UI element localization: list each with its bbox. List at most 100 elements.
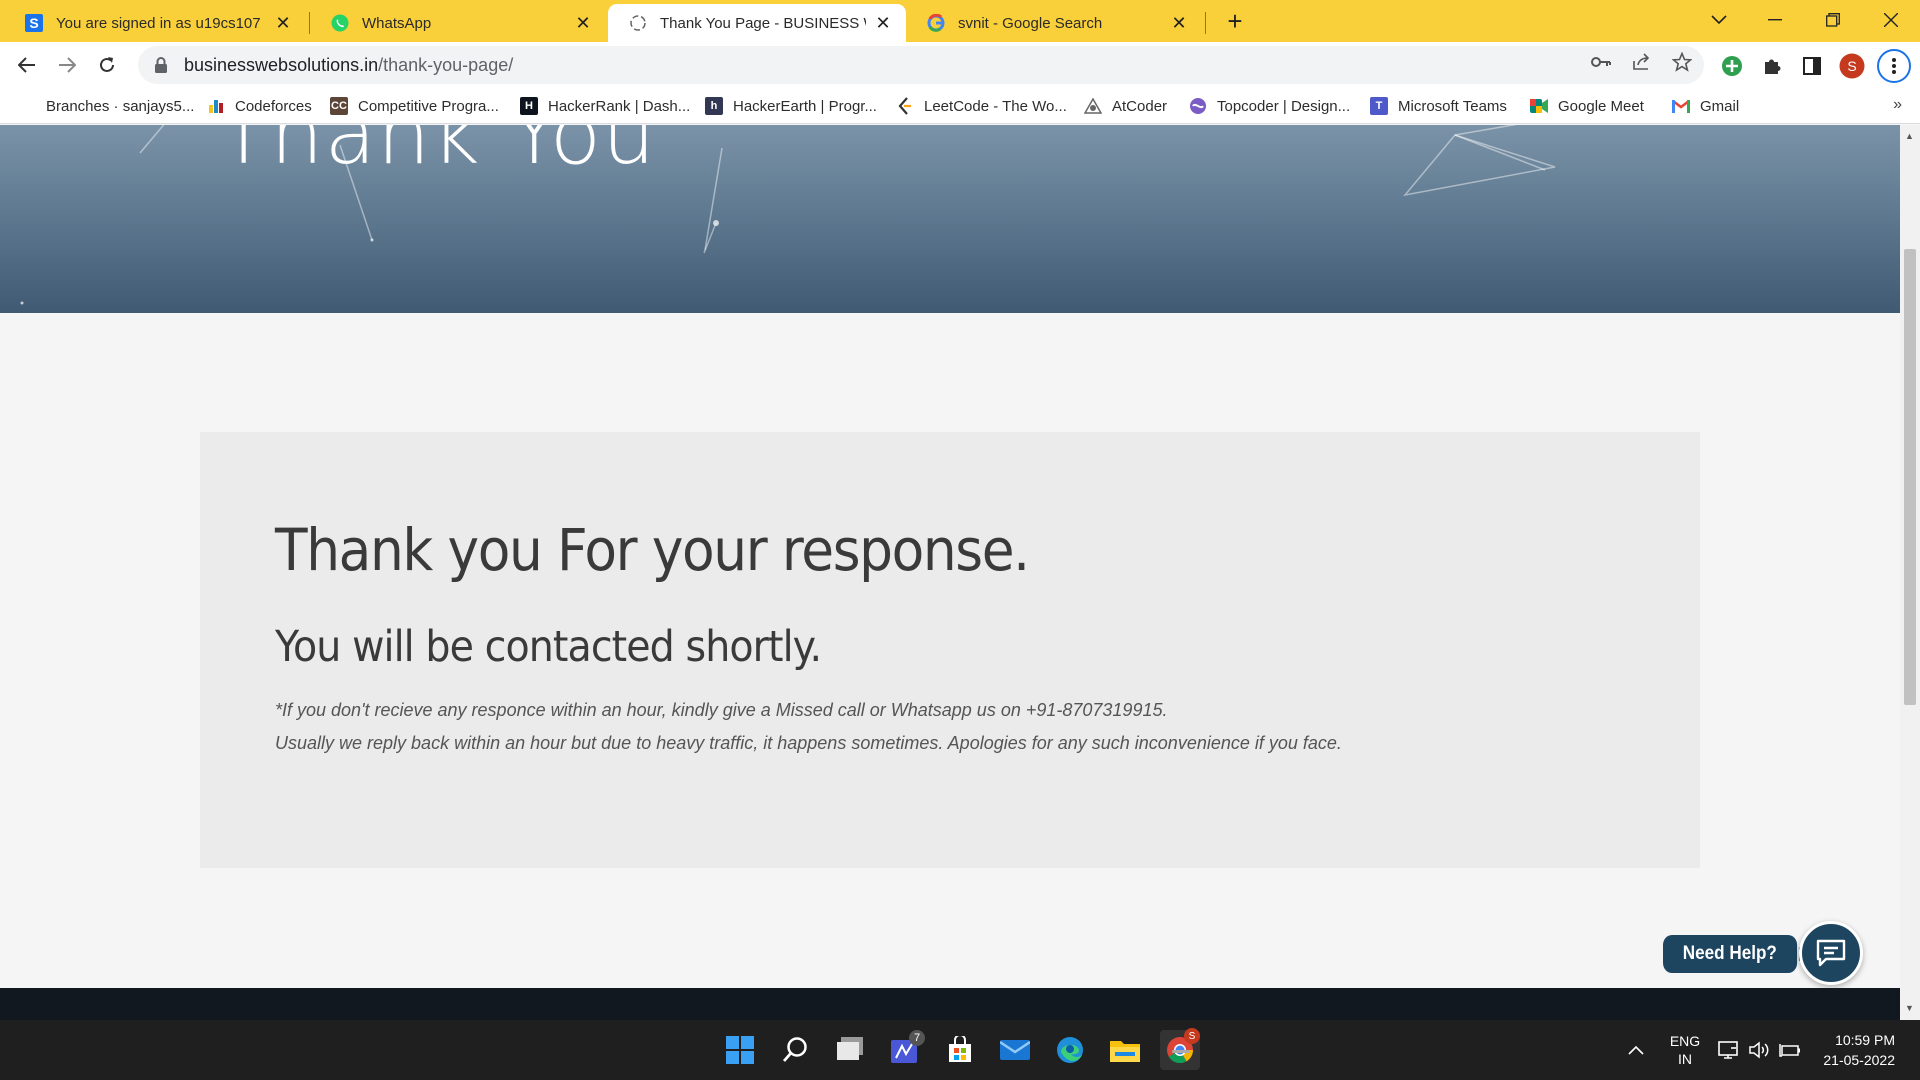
restore-button[interactable] <box>1804 0 1862 40</box>
bookmark-google-meet[interactable]: Google Meet <box>1530 95 1644 117</box>
reload-button[interactable] <box>91 49 123 81</box>
input-language-indicator[interactable]: ENG IN <box>1668 1020 1702 1080</box>
thank-you-heading: Thank you For your response. <box>275 516 1030 584</box>
teams-icon: T <box>1370 97 1388 115</box>
tab-title: You are signed in as u19cs107 <box>56 14 261 32</box>
bookmark-codeforces[interactable]: Codeforces <box>207 95 312 117</box>
bookmark-label: Competitive Progra... <box>358 97 499 115</box>
bookmark-label: HackerEarth | Progr... <box>733 97 877 115</box>
task-view-icon[interactable] <box>830 1030 870 1070</box>
bookmark-competitive-programming[interactable]: CC Competitive Progra... <box>330 95 499 117</box>
url-host: businesswebsolutions.in <box>184 54 379 75</box>
cc-icon: CC <box>330 97 348 115</box>
scroll-thumb[interactable] <box>1904 249 1916 705</box>
microsoft-store-icon[interactable] <box>940 1030 980 1070</box>
bookmark-label: Microsoft Teams <box>1398 97 1507 115</box>
side-panel-icon[interactable] <box>1799 53 1825 79</box>
scroll-down-arrow-icon[interactable]: ▼ <box>1905 1003 1914 1013</box>
site-swirl-icon <box>628 13 648 33</box>
file-explorer-icon[interactable] <box>1105 1030 1145 1070</box>
battery-icon[interactable] <box>1778 1020 1802 1080</box>
minimize-button[interactable] <box>1746 0 1804 40</box>
leetcode-icon <box>896 97 914 115</box>
address-bar[interactable]: businesswebsolutions.in/thank-you-page/ <box>138 46 1704 84</box>
lock-icon <box>154 57 168 73</box>
tab-thank-you[interactable]: Thank You Page - BUSINESS WEB ✕ <box>608 4 906 42</box>
back-button[interactable] <box>11 49 43 81</box>
bookmark-gmail[interactable]: Gmail <box>1672 95 1739 117</box>
tab-google-search[interactable]: svnit - Google Search ✕ <box>906 4 1202 42</box>
edge-browser-icon[interactable] <box>1050 1030 1090 1070</box>
close-window-button[interactable] <box>1862 0 1920 40</box>
close-icon[interactable]: ✕ <box>872 12 894 34</box>
volume-icon[interactable] <box>1748 1020 1770 1080</box>
windows-start-icon[interactable] <box>720 1030 760 1070</box>
hero-banner: Thank You <box>0 125 1900 313</box>
bookmark-label: Topcoder | Design... <box>1217 97 1351 115</box>
tab-search-button[interactable] <box>1690 0 1748 40</box>
hackerearth-icon: h <box>705 97 723 115</box>
bookmark-atcoder[interactable]: AtCoder <box>1084 95 1167 117</box>
bookmark-label: Codeforces <box>235 97 312 115</box>
menu-kebab-icon[interactable] <box>1877 49 1911 83</box>
scroll-up-arrow-icon[interactable]: ▲ <box>1905 131 1914 141</box>
chat-bubble-icon <box>1816 939 1846 967</box>
language-label: ENG <box>1669 1033 1701 1049</box>
apology-note: Usually we reply back within an hour but… <box>275 733 1342 753</box>
tab-title: svnit - Google Search <box>958 14 1103 32</box>
url-path: /thank-you-page/ <box>378 54 514 75</box>
close-icon[interactable]: ✕ <box>572 12 594 34</box>
active-app-indicator <box>1172 1050 1190 1053</box>
hero-title: Thank You <box>218 125 657 183</box>
chat-button[interactable] <box>1799 921 1863 985</box>
forward-button[interactable] <box>51 49 83 81</box>
close-icon[interactable]: ✕ <box>1168 12 1190 34</box>
s-box-icon: S <box>24 13 44 33</box>
close-icon[interactable]: ✕ <box>272 12 294 34</box>
bookmarks-bar: Branches · sanjays5... Codeforces CC Com… <box>0 88 1920 124</box>
app-notes-icon[interactable]: 7 <box>885 1030 925 1070</box>
search-icon[interactable] <box>775 1030 815 1070</box>
star-icon[interactable] <box>1671 51 1693 73</box>
region-label: IN <box>1678 1051 1692 1067</box>
tray-overflow-chevron-icon[interactable] <box>1628 1020 1644 1080</box>
need-help-label[interactable]: Need Help? <box>1663 935 1811 973</box>
tab-whatsapp[interactable]: WhatsApp ✕ <box>310 4 606 42</box>
bookmarks-overflow-icon[interactable]: » <box>1893 96 1902 114</box>
chrome-profile-badge: S <box>1184 1028 1200 1044</box>
new-tab-button[interactable]: + <box>1220 6 1250 36</box>
key-icon[interactable] <box>1590 51 1612 73</box>
profile-avatar[interactable]: S <box>1839 53 1865 79</box>
meet-icon <box>1530 97 1548 115</box>
network-icon[interactable] <box>1718 1020 1740 1080</box>
google-g-icon <box>926 13 946 33</box>
tab-title: WhatsApp <box>362 14 432 32</box>
whatsapp-icon <box>330 13 350 33</box>
share-icon[interactable] <box>1631 51 1653 73</box>
bookmark-label: LeetCode - The Wo... <box>924 97 1067 115</box>
missed-call-note: *If you don't recieve any responce withi… <box>275 700 1168 720</box>
tab-signed-in[interactable]: S You are signed in as u19cs107 ✕ <box>4 4 306 42</box>
extensions-puzzle-icon[interactable] <box>1759 53 1785 79</box>
bookmark-github[interactable]: Branches · sanjays5... <box>46 95 194 117</box>
svg-text:S: S <box>1847 58 1856 74</box>
bookmark-label: Branches · sanjays5... <box>46 97 195 115</box>
bookmark-hackerrank[interactable]: H HackerRank | Dash... <box>520 95 690 117</box>
bookmark-microsoft-teams[interactable]: T Microsoft Teams <box>1370 95 1507 117</box>
mail-icon[interactable] <box>995 1030 1035 1070</box>
extension-plus-icon[interactable] <box>1719 53 1745 79</box>
page-scrollbar[interactable]: ▲ ▼ <box>1900 125 1920 1020</box>
topcoder-icon <box>1189 97 1207 115</box>
clock[interactable]: 10:59 PM 21-05-2022 <box>1815 1020 1895 1080</box>
bookmark-topcoder[interactable]: Topcoder | Design... <box>1189 95 1350 117</box>
notification-badge: 7 <box>909 1030 925 1046</box>
bookmark-label: Google Meet <box>1558 97 1644 115</box>
bookmark-leetcode[interactable]: LeetCode - The Wo... <box>896 95 1067 117</box>
browser-toolbar: businesswebsolutions.in/thank-you-page/ <box>0 42 1920 88</box>
page-footer-strip <box>0 988 1900 1020</box>
bookmark-label: AtCoder <box>1112 97 1168 115</box>
clock-time: 10:59 PM <box>1835 1032 1895 1048</box>
bookmark-hackerearth[interactable]: h HackerEarth | Progr... <box>705 95 877 117</box>
tab-title: Thank You Page - BUSINESS WEB <box>660 14 866 32</box>
bookmark-label: Gmail <box>1700 97 1740 115</box>
